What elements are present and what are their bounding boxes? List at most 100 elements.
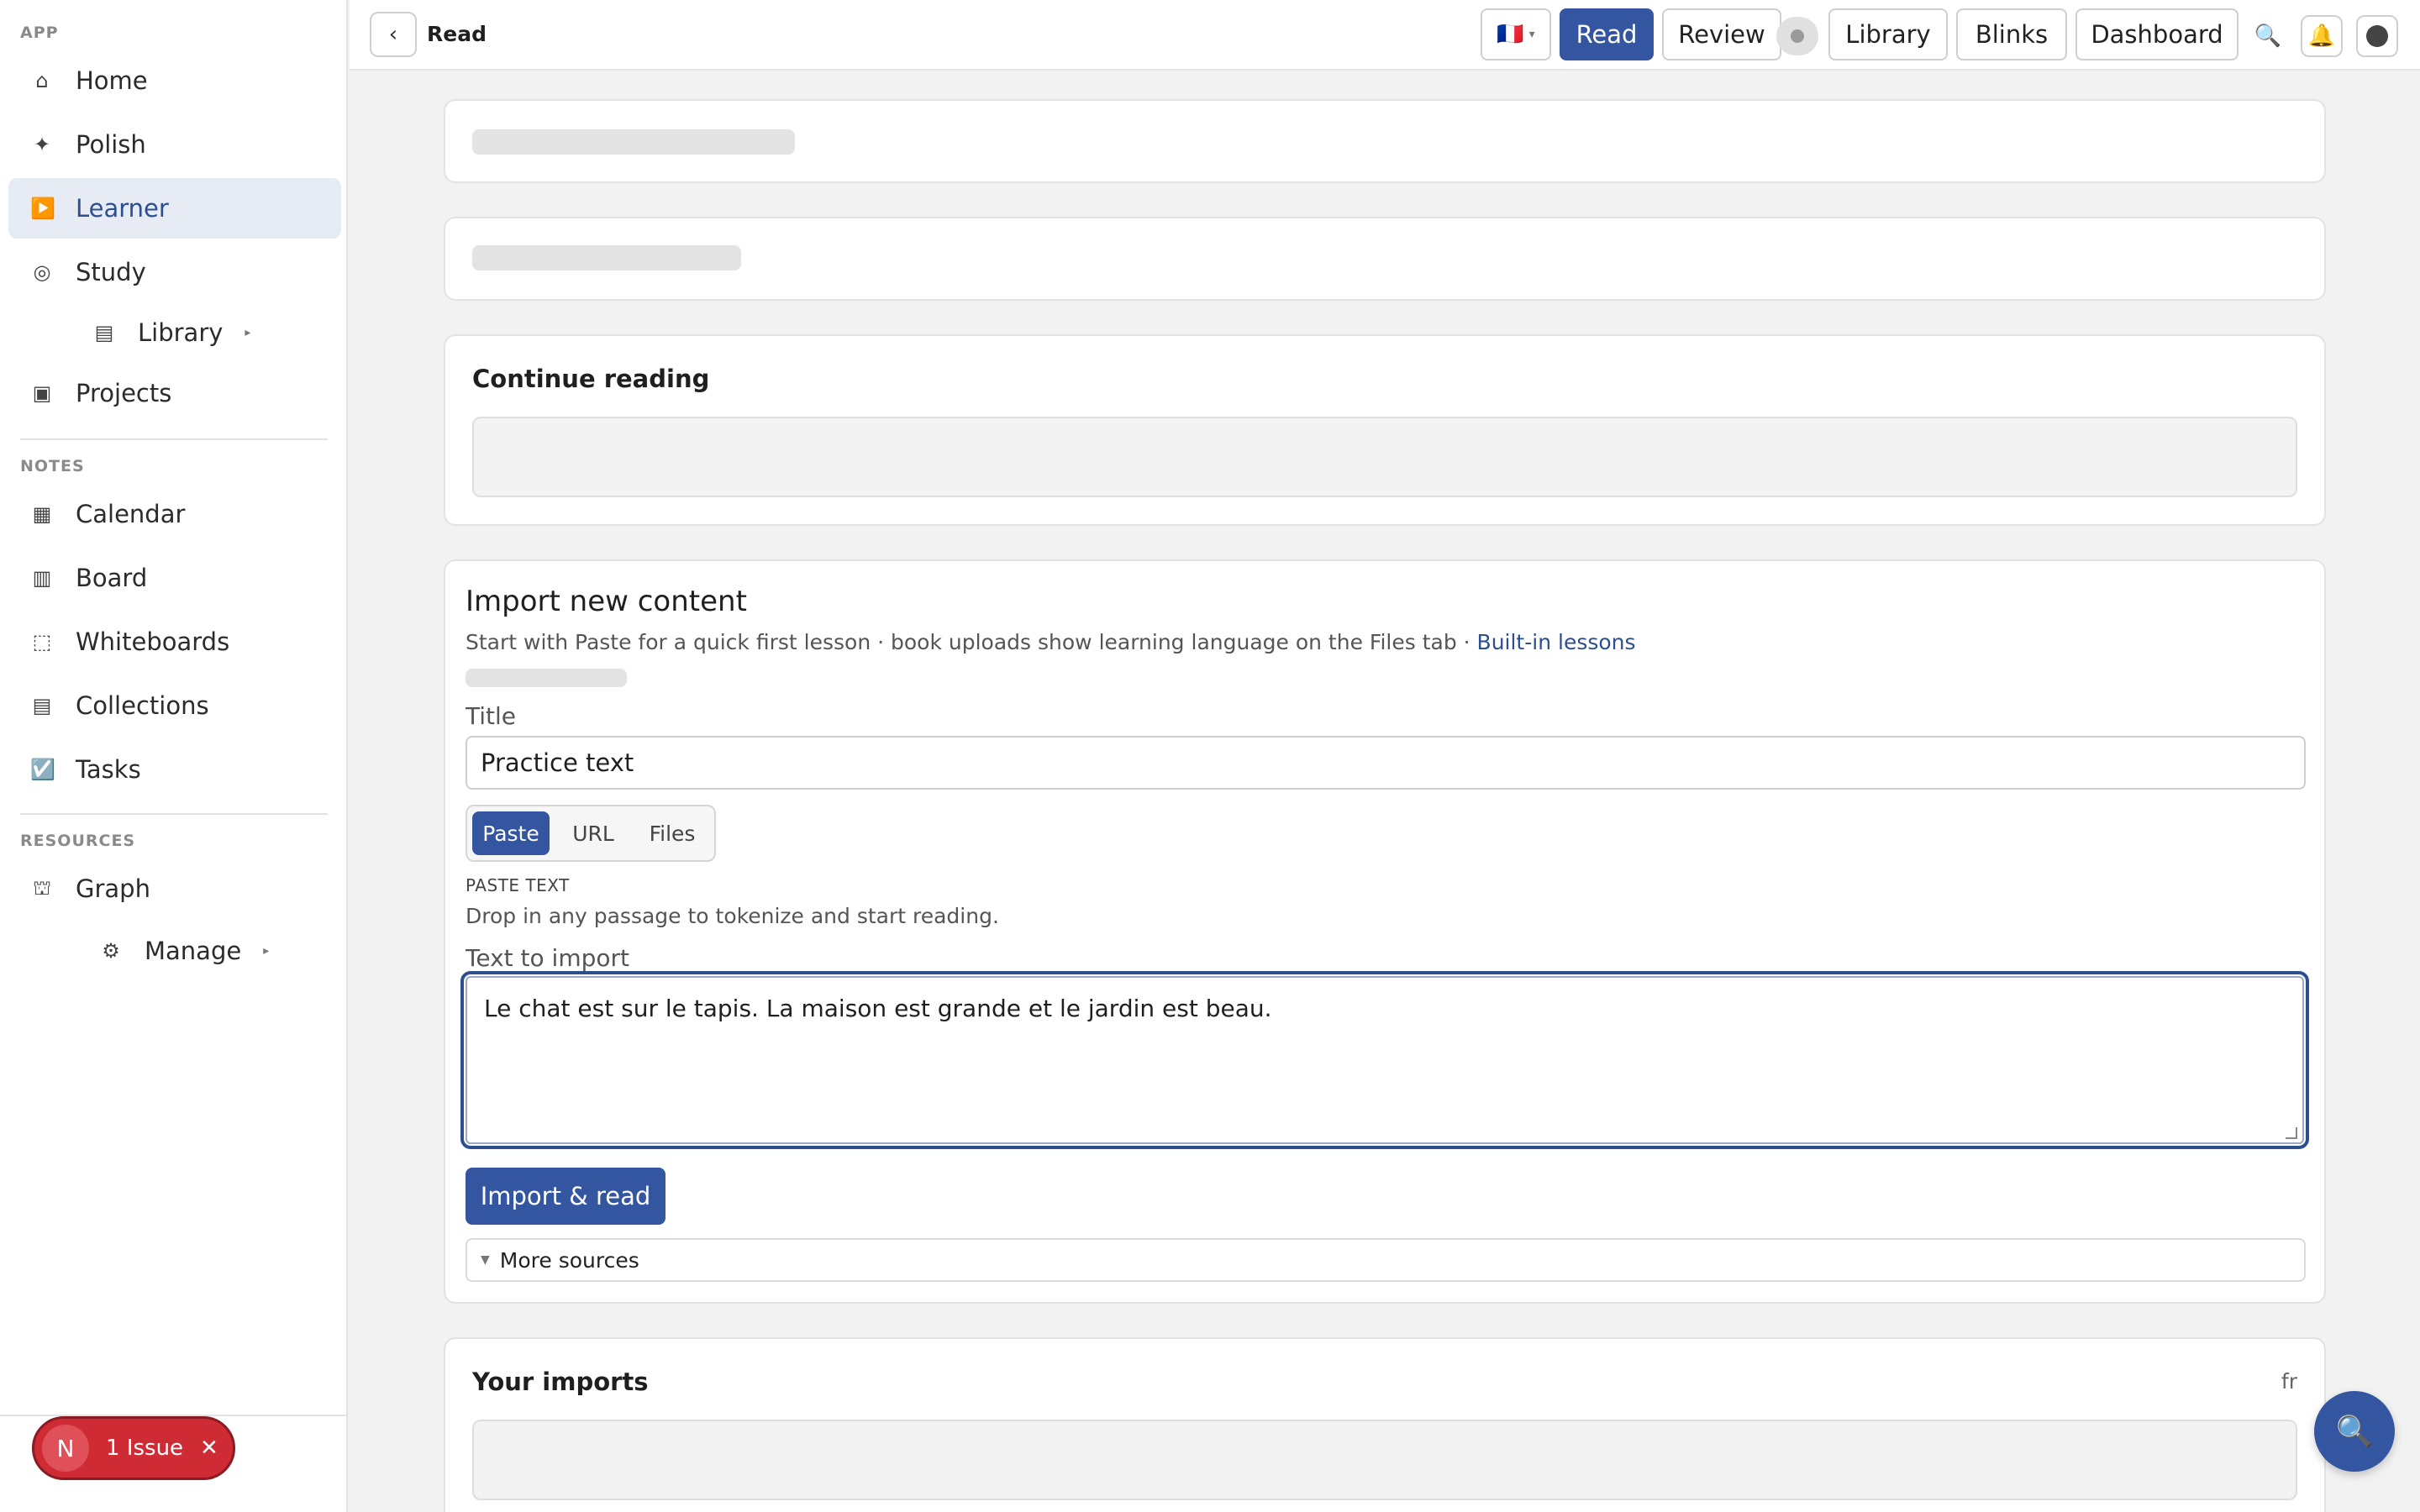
- import-subtitle: Start with Paste for a quick first lesso…: [466, 630, 1636, 654]
- textarea-content: Le chat est sur le tapis. La maison est …: [484, 995, 1272, 1022]
- language-code: fr: [2281, 1369, 2297, 1394]
- graph-icon: ⛫: [32, 875, 52, 900]
- library-icon: ▤: [94, 321, 114, 344]
- sidebar-item-manage[interactable]: ⚙ Manage ▸: [8, 921, 341, 981]
- text-to-import-textarea[interactable]: Le chat est sur le tapis. La maison est …: [460, 971, 2309, 1149]
- source-tabs: Paste URL Files: [466, 805, 716, 862]
- board-icon: ▥: [32, 566, 52, 590]
- skeleton-bar: [472, 245, 741, 270]
- expand-caret-icon[interactable]: ▸: [263, 944, 269, 958]
- library-button[interactable]: Library: [1828, 8, 1948, 60]
- continue-reading-card: Continue reading: [444, 334, 2326, 526]
- more-sources-label: More sources: [499, 1247, 639, 1273]
- collections-icon: ▤: [32, 694, 52, 717]
- triangle-down-icon: ▼: [481, 1253, 490, 1267]
- gear-icon: ⚙: [102, 939, 120, 963]
- sidebar-item-library[interactable]: ▤ Library ▸: [8, 302, 341, 363]
- continue-reading-title: Continue reading: [472, 365, 710, 393]
- sidebar-item-label: Manage: [145, 937, 242, 965]
- sidebar-item-home[interactable]: ⌂ Home: [8, 50, 341, 111]
- sidebar-item-label: Library: [138, 318, 224, 347]
- sidebar-item-label: Board: [76, 564, 148, 592]
- top-bar: ‹ Read 🇫🇷 ▾ Read Review Library Blinks D…: [350, 0, 2420, 71]
- tab-url[interactable]: URL: [556, 811, 630, 855]
- continue-reading-placeholder: [472, 417, 2297, 497]
- resize-handle-icon[interactable]: [2286, 1127, 2297, 1139]
- paste-caption: PASTE TEXT: [466, 875, 570, 895]
- dev-avatar-icon: N: [42, 1425, 89, 1472]
- sidebar-item-whiteboards[interactable]: ⬚ Whiteboards: [8, 612, 341, 672]
- chevron-left-icon: ‹: [388, 22, 398, 47]
- status-dot: [1776, 17, 1818, 55]
- imports-placeholder: [472, 1420, 2297, 1500]
- issue-badge[interactable]: N 1 Issue ✕: [32, 1416, 235, 1480]
- section-notes: NOTES: [20, 457, 85, 475]
- sidebar-item-label: Collections: [76, 691, 209, 720]
- section-app: APP: [20, 24, 59, 42]
- tab-paste[interactable]: Paste: [472, 811, 550, 855]
- home-icon: ⌂: [35, 69, 49, 92]
- checkbox-icon: ☑️: [30, 758, 55, 781]
- whiteboard-icon: ⬚: [32, 630, 52, 654]
- back-button[interactable]: ‹: [370, 12, 417, 57]
- sidebar-item-tasks[interactable]: ☑️ Tasks: [8, 739, 341, 800]
- import-subtitle-text: Start with Paste for a quick first lesso…: [466, 630, 1477, 654]
- title-label: Title: [466, 702, 517, 730]
- bell-icon[interactable]: 🔔: [2301, 15, 2343, 57]
- sidebar-item-label: Calendar: [76, 500, 186, 528]
- sidebar-item-label: Polish: [76, 130, 146, 159]
- sidebar-item-graph[interactable]: ⛫ Graph: [8, 858, 341, 919]
- sidebar-item-label: Home: [76, 66, 148, 95]
- sidebar-item-label: Whiteboards: [76, 627, 230, 656]
- flag-icon: 🇫🇷: [1497, 22, 1524, 47]
- sidebar-item-projects[interactable]: ▣ Projects: [8, 363, 341, 423]
- chevron-down-icon: ▾: [1528, 28, 1535, 41]
- read-button[interactable]: Read: [1560, 8, 1654, 60]
- page-title: Read: [427, 22, 487, 46]
- section-resources: RESOURCES: [20, 832, 136, 850]
- expand-caret-icon[interactable]: ▸: [245, 326, 250, 339]
- title-input[interactable]: Practice text: [466, 736, 2306, 790]
- search-fab[interactable]: 🔍: [2314, 1391, 2395, 1472]
- sidebar-item-label: Graph: [76, 874, 150, 903]
- search-icon: 🔍: [2335, 1415, 2374, 1449]
- sidebar-item-study[interactable]: ◎ Study: [8, 242, 341, 302]
- review-button[interactable]: Review: [1662, 8, 1781, 60]
- sidebar-item-label: Tasks: [76, 755, 141, 784]
- loading-card-2: [444, 217, 2326, 301]
- sidebar-item-label: Projects: [76, 379, 172, 407]
- calendar-icon: ▦: [32, 502, 52, 526]
- sidebar-item-calendar[interactable]: ▦ Calendar: [8, 484, 341, 544]
- sidebar-item-polish[interactable]: ✦ Polish: [8, 114, 341, 175]
- sidebar-item-board[interactable]: ▥ Board: [8, 548, 341, 608]
- your-imports-card: Your imports fr: [444, 1337, 2326, 1512]
- tab-files[interactable]: Files: [635, 811, 709, 855]
- sidebar: APP ⌂ Home ✦ Polish ▶️ Learner ◎ Study ▤…: [0, 0, 348, 1512]
- sidebar-item-label: Learner: [76, 194, 169, 223]
- target-icon: ◎: [33, 260, 51, 284]
- text-label: Text to import: [466, 944, 629, 972]
- built-in-lessons-link[interactable]: Built-in lessons: [1477, 630, 1636, 654]
- your-imports-title: Your imports: [472, 1368, 649, 1396]
- sidebar-divider: [20, 813, 328, 815]
- import-read-button[interactable]: Import & read: [466, 1168, 666, 1225]
- play-icon: ▶️: [30, 197, 55, 220]
- dashboard-button[interactable]: Dashboard: [2075, 8, 2238, 60]
- paste-hint: Drop in any passage to tokenize and star…: [466, 904, 999, 928]
- projects-icon: ▣: [32, 381, 52, 405]
- import-card: Import new content Start with Paste for …: [444, 559, 2326, 1304]
- avatar[interactable]: [2356, 15, 2398, 57]
- search-icon[interactable]: 🔍: [2247, 15, 2289, 57]
- sidebar-item-label: Study: [76, 258, 146, 286]
- close-icon[interactable]: ✕: [200, 1436, 218, 1461]
- skeleton-bar: [466, 669, 627, 687]
- more-sources-toggle[interactable]: ▼ More sources: [466, 1238, 2306, 1282]
- sparkle-icon: ✦: [33, 133, 51, 156]
- blinks-button[interactable]: Blinks: [1956, 8, 2067, 60]
- issue-count: 1 Issue: [106, 1436, 184, 1461]
- loading-card-1: [444, 99, 2326, 183]
- import-title: Import new content: [466, 585, 747, 618]
- sidebar-item-learner[interactable]: ▶️ Learner: [8, 178, 341, 239]
- sidebar-item-collections[interactable]: ▤ Collections: [8, 675, 341, 736]
- language-selector[interactable]: 🇫🇷 ▾: [1481, 8, 1551, 60]
